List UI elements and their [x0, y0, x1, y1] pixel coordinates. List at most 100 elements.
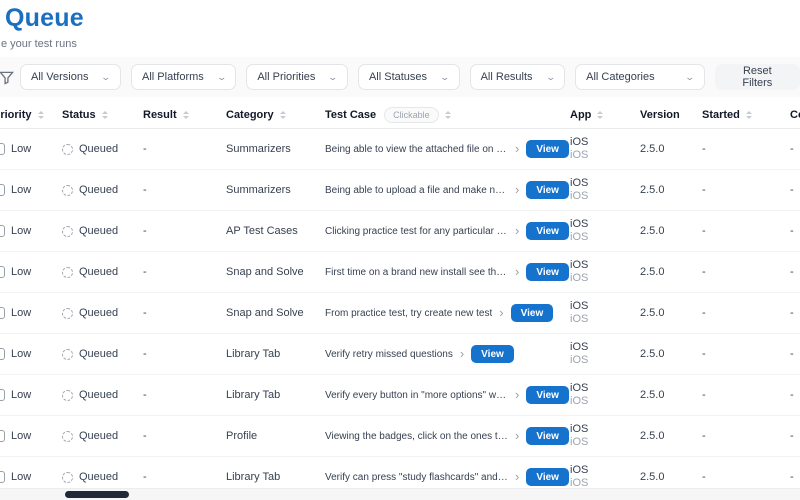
version-value: 2.5.0 [640, 307, 665, 319]
app-name: iOS [570, 340, 589, 353]
result-value: - [143, 184, 147, 196]
sort-icon[interactable] [597, 110, 604, 119]
view-button[interactable]: View [471, 345, 514, 363]
started-value: - [702, 225, 706, 237]
started-value: - [702, 389, 706, 401]
chevron-down-icon: ⌄ [545, 71, 556, 82]
page-subtitle: e your test runs [1, 38, 77, 50]
test-case-link[interactable]: From practice test, try create new test [325, 308, 492, 319]
priority-low-icon [0, 266, 5, 278]
queued-spinner-icon [62, 389, 73, 401]
versions-filter-dropdown[interactable]: All Versions ⌄ [20, 64, 122, 90]
queued-spinner-icon [62, 471, 73, 483]
view-button[interactable]: View [526, 181, 569, 199]
table-row: Low Queued - Snap and Solve First time o… [0, 252, 800, 293]
queued-spinner-icon [62, 184, 73, 196]
categories-filter-dropdown[interactable]: All Categories ⌄ [575, 64, 705, 90]
test-case-link[interactable]: Verify every button in "more options" wo… [325, 390, 508, 401]
status-column-header: Status [62, 108, 96, 121]
horizontal-scrollbar-thumb[interactable] [65, 491, 129, 498]
table-row: Low Queued - Summarizers Being able to u… [0, 170, 800, 211]
started-value: - [702, 266, 706, 278]
view-button[interactable]: View [526, 263, 569, 281]
test-case-link[interactable]: First time on a brand new install see th… [325, 267, 508, 278]
test-case-link[interactable]: Verify retry missed questions [325, 349, 453, 360]
category-value: Profile [226, 430, 258, 442]
app-name: iOS [570, 176, 589, 189]
started-value: - [702, 471, 706, 483]
result-value: - [143, 471, 147, 483]
chevron-down-icon: ⌄ [100, 71, 112, 82]
test-case-link[interactable]: Viewing the badges, click on the ones th… [325, 431, 508, 442]
view-button[interactable]: View [526, 140, 569, 158]
view-button[interactable]: View [526, 427, 569, 445]
reset-filters-button[interactable]: Reset Filters [714, 64, 800, 90]
chevron-right-icon: › [515, 386, 520, 402]
sort-icon[interactable] [745, 110, 752, 119]
chevron-right-icon: › [515, 222, 520, 238]
status-value: Queued [79, 143, 119, 155]
status-value: Queued [79, 307, 119, 319]
filter-funnel-icon [0, 71, 14, 85]
priorities-filter-dropdown[interactable]: All Priorities ⌄ [246, 64, 348, 90]
queued-spinner-icon [62, 307, 73, 319]
test-case-link[interactable]: Being able to view the attached file on … [325, 144, 508, 155]
app-name: iOS [570, 463, 589, 476]
test-case-link[interactable]: Clicking practice test for any particula… [325, 226, 508, 237]
completed-value: - [790, 430, 794, 442]
version-value: 2.5.0 [640, 471, 665, 483]
table-header-row: Priority Status Result Category Test Cas… [0, 101, 800, 129]
test-case-link[interactable]: Verify can press "study flashcards" and … [325, 472, 508, 483]
completed-value: - [790, 389, 794, 401]
app-name: iOS [570, 299, 589, 312]
version-value: 2.5.0 [640, 266, 665, 278]
version-value: 2.5.0 [640, 348, 665, 360]
priority-low-icon [0, 184, 5, 196]
priority-value: Low [11, 471, 32, 483]
category-value: Library Tab [226, 389, 281, 401]
results-filter-label: All Results [480, 71, 533, 83]
test-case-column-header: Test Case [325, 108, 377, 121]
completed-value: - [790, 184, 794, 196]
priority-value: Low [11, 225, 32, 237]
view-button[interactable]: View [526, 468, 569, 486]
platforms-filter-dropdown[interactable]: All Platforms ⌄ [131, 64, 237, 90]
sort-icon[interactable] [37, 110, 44, 119]
priority-low-icon [0, 307, 5, 319]
statuses-filter-dropdown[interactable]: All Statuses ⌄ [357, 64, 460, 90]
version-value: 2.5.0 [640, 184, 665, 196]
result-value: - [143, 307, 147, 319]
started-column-header: Started [702, 108, 740, 121]
chevron-right-icon: › [515, 181, 520, 197]
priority-value: Low [11, 307, 32, 319]
sort-icon[interactable] [279, 110, 286, 119]
status-value: Queued [79, 348, 119, 360]
started-value: - [702, 184, 706, 196]
sort-icon[interactable] [182, 110, 189, 119]
version-value: 2.5.0 [640, 389, 665, 401]
category-value: Summarizers [226, 184, 291, 196]
chevron-down-icon: ⌄ [684, 71, 696, 82]
status-value: Queued [79, 471, 119, 483]
table-row: Low Queued - Snap and Solve From practic… [0, 293, 800, 334]
result-value: - [143, 266, 147, 278]
sort-icon[interactable] [444, 110, 451, 119]
table-body: Low Queued - Summarizers Being able to v… [0, 129, 800, 498]
started-value: - [702, 143, 706, 155]
versions-filter-label: All Versions [31, 71, 89, 83]
view-button[interactable]: View [510, 304, 554, 322]
result-value: - [143, 389, 147, 401]
result-value: - [143, 143, 147, 155]
completed-value: - [790, 471, 794, 483]
page-title: Queue [5, 4, 84, 32]
test-case-link[interactable]: Being able to upload a file and make not… [325, 185, 508, 196]
view-button[interactable]: View [526, 386, 569, 404]
priority-value: Low [11, 389, 32, 401]
table-row: Low Queued - Profile Viewing the badges,… [0, 416, 800, 457]
priority-value: Low [11, 430, 32, 442]
results-filter-dropdown[interactable]: All Results ⌄ [469, 64, 566, 90]
queued-spinner-icon [62, 143, 73, 155]
sort-icon[interactable] [101, 110, 108, 119]
category-value: Library Tab [226, 471, 281, 483]
view-button[interactable]: View [526, 222, 569, 240]
